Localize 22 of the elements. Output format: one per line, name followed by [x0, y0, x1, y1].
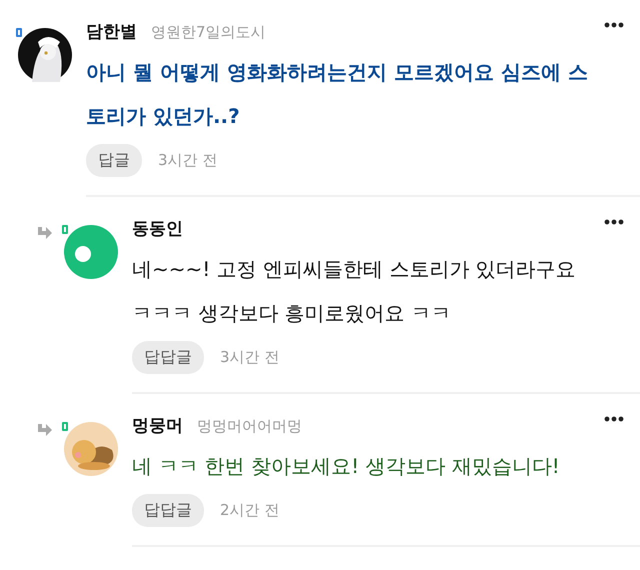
reply-arrow-icon	[36, 424, 52, 438]
more-options-icon[interactable]	[604, 22, 624, 28]
more-options-icon[interactable]	[604, 416, 624, 422]
timestamp: 3시간 전	[158, 151, 218, 170]
nickname: 영원한7일의도시	[151, 23, 266, 42]
comment-text: 네 ㅋㅋ 한번 찾아보세요! 생각보다 재밌습니다!	[132, 453, 561, 480]
badge-icon	[61, 225, 69, 234]
author-name: 동동인	[132, 218, 183, 240]
badge-icon	[61, 422, 69, 431]
nickname: 멍멍머어어머멍	[197, 417, 302, 436]
author-name: 멍뭉머	[132, 415, 183, 437]
comment-text: 네~~~! 고정 엔피씨들한테 스토리가 있더라구요 ㅋㅋㅋ 생각보다 흥미로웠어요 ㅋㅋ	[132, 256, 577, 327]
timestamp: 2시간 전	[220, 501, 280, 520]
author-name: 담한별	[86, 21, 137, 43]
comment-text: 아니 뭘 어떻게 영화화하려는건지 모르겠어요 심즈에 스토리가 있던가..?	[86, 59, 589, 130]
timestamp: 3시간 전	[220, 348, 280, 367]
badge-icon	[15, 28, 23, 37]
reply-button[interactable]: 답글	[86, 144, 142, 177]
reply-arrow-icon	[36, 227, 52, 241]
reply-button[interactable]: 답답글	[132, 494, 204, 527]
reply-button[interactable]: 답답글	[132, 341, 204, 374]
more-options-icon[interactable]	[604, 219, 624, 225]
